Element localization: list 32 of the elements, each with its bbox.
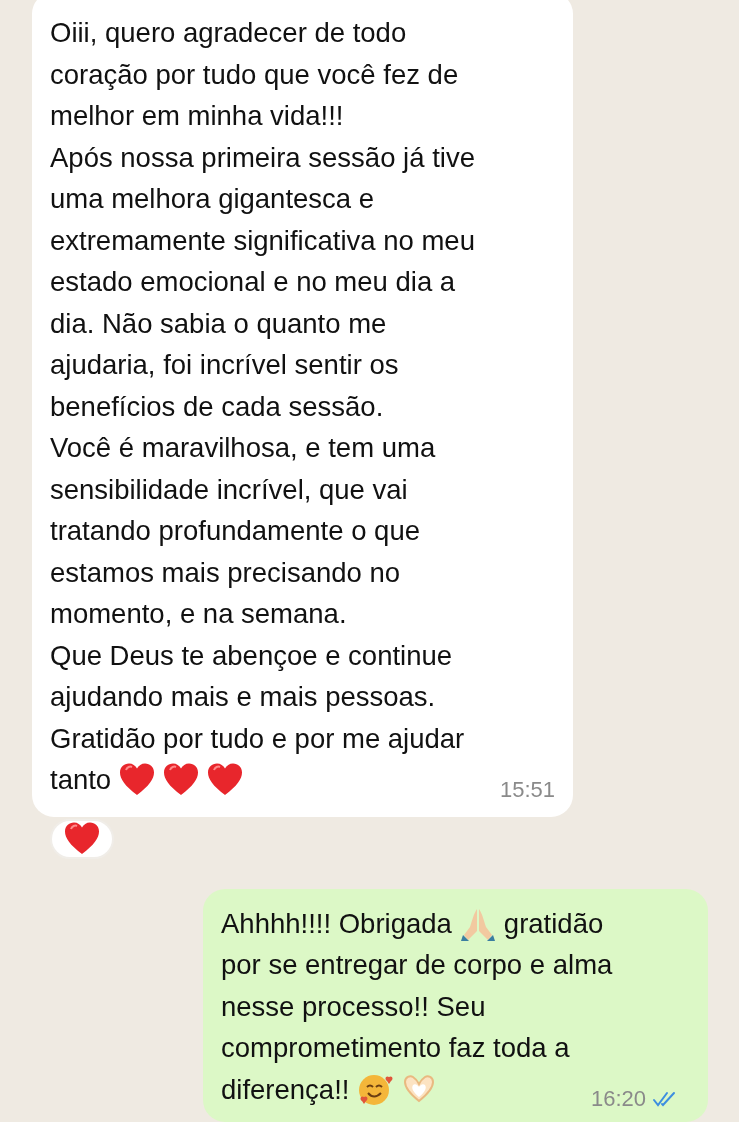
message-time: 15:51 (499, 776, 555, 803)
message-text: Ahhhh!!!! Obrigada (221, 906, 452, 941)
heart-icon (163, 761, 200, 798)
message-text: ajudando mais e mais pessoas. (50, 680, 436, 714)
message-text: Gratidão por tudo e por me ajudar (50, 721, 465, 756)
reaction-bubble[interactable] (50, 818, 114, 859)
message-text: estado emocional e no meu dia a (50, 265, 456, 299)
message-text: coração por tudo que você fez de (50, 57, 459, 92)
message-text: Oiii, quero agradecer de todo (50, 16, 407, 50)
message-text: sensibilidade incrível, que vai (50, 472, 408, 507)
heart-icon (119, 761, 156, 798)
message-text: melhor em minha vida!!! (50, 99, 344, 133)
message-text: extremamente significativa no meu (50, 223, 475, 258)
message-text: tratando profundamente o que (50, 514, 420, 548)
message-time: 16:20 (590, 1086, 646, 1112)
message-text: diferença!! (221, 1072, 350, 1107)
message-text: Após nossa primeira sessão já tive (50, 140, 475, 175)
message-text: tanto (50, 763, 112, 797)
message-text: momento, e na semana. (50, 597, 347, 631)
message-text: estamos mais precisando no (50, 555, 401, 590)
message-text: comprometimento faz toda a (221, 1031, 570, 1065)
message-text: nesse processo!! Seu (221, 989, 486, 1024)
message-text: Que Deus te abençoe e continue (50, 638, 453, 673)
heart-icon (64, 820, 100, 857)
message-text: ajudaria, foi incrível sentir os (50, 348, 399, 382)
message-text: benefícios de cada sessão. (50, 389, 384, 424)
heart-icon (207, 761, 244, 798)
message-text: uma melhora gigantesca e (50, 182, 375, 216)
message-text: gratidão (503, 906, 604, 941)
message-text: por se entregar de corpo e alma (221, 948, 613, 982)
message-text: dia. Não sabia o quanto me (50, 306, 387, 341)
message-text: Você é maravilhosa, e tem uma (50, 431, 436, 465)
